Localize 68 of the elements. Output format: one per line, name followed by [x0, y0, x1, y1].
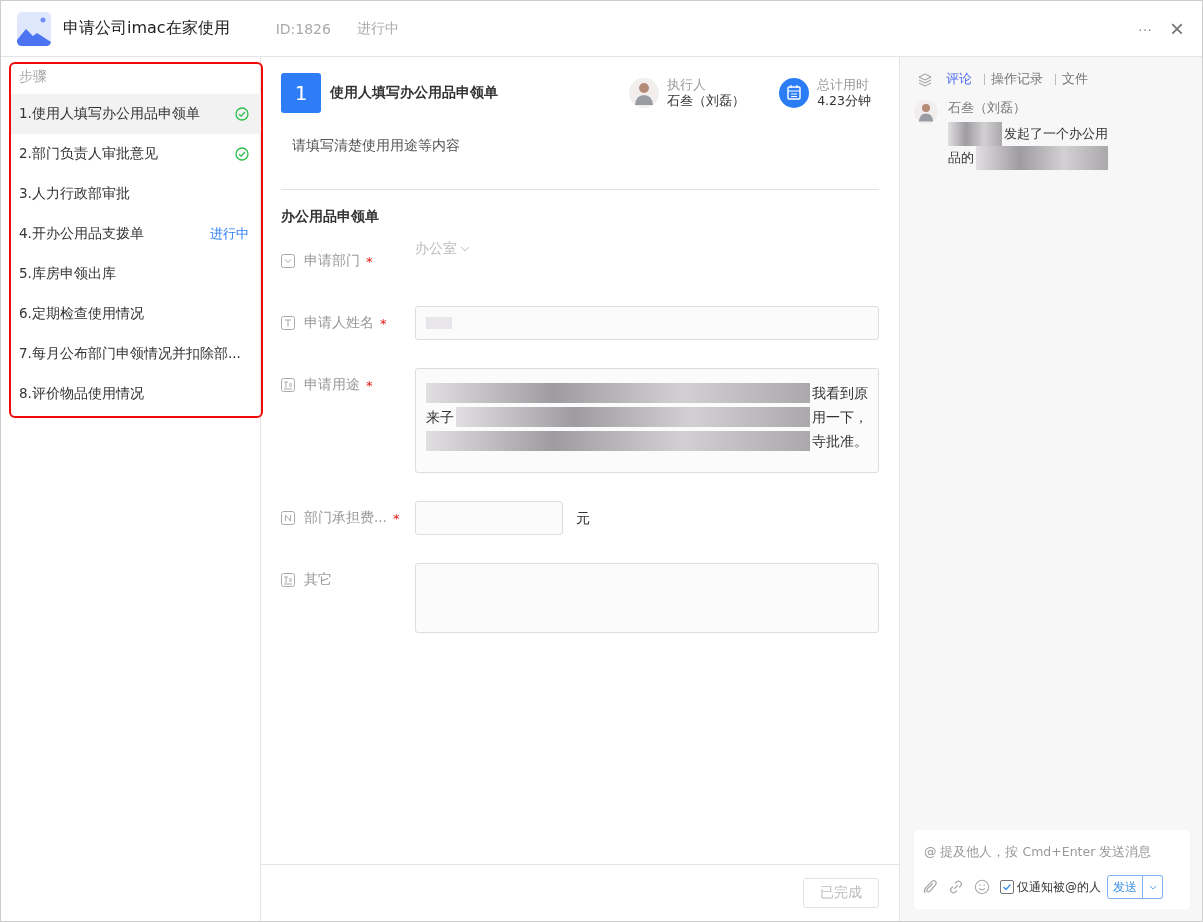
- unit-label: 元: [576, 510, 590, 528]
- field-label: 申请部门: [304, 252, 360, 270]
- text-fragment: 品的: [948, 149, 974, 167]
- step-item[interactable]: 7.每月公布部门申领情况并扣除部...: [11, 334, 261, 374]
- send-button[interactable]: 发送: [1107, 875, 1143, 899]
- caret-icon: [1148, 884, 1157, 890]
- required-mark: *: [366, 253, 373, 269]
- window-title: 申请公司imac在家使用: [63, 18, 230, 39]
- time-value: 4.23分钟: [817, 93, 871, 109]
- layers-icon: [918, 72, 932, 87]
- step-item[interactable]: 8.评价物品使用情况: [11, 374, 261, 414]
- task-title: 使用人填写办公用品申领单: [330, 84, 498, 102]
- step-item[interactable]: 4.开办公用品支拨单 进行中: [11, 214, 261, 254]
- field-label: 其它: [304, 571, 332, 589]
- executor-name: 石叁（刘磊）: [667, 93, 746, 109]
- dropdown-field-icon: [281, 254, 295, 268]
- text-fragment: 寺批准。: [812, 432, 868, 451]
- steps-title: 步骤: [18, 67, 48, 86]
- required-mark: *: [380, 315, 387, 331]
- time-label: 总计用时: [817, 77, 871, 93]
- close-button[interactable]: ×: [1168, 16, 1186, 41]
- field-label: 申请用途: [304, 376, 360, 394]
- number-field-icon: [281, 511, 295, 525]
- paragraph-field-icon: [281, 378, 295, 392]
- task-description: 请填写清楚使用用途等内容: [292, 137, 461, 155]
- number-field[interactable]: [415, 501, 563, 535]
- message-input[interactable]: @ 提及他人，按 Cmd+Enter 发送消息: [922, 842, 1182, 861]
- step-item[interactable]: 1.使用人填写办公用品申领单: [11, 94, 261, 134]
- emoji-icon[interactable]: [974, 879, 990, 895]
- avatar-icon: [914, 100, 938, 124]
- field-label: 部门承担费...: [304, 509, 387, 527]
- notify-label: 仅通知被@的人: [1017, 878, 1101, 896]
- activity-tab[interactable]: 评论: [944, 69, 980, 90]
- step-item[interactable]: 2.部门负责人审批意见: [11, 134, 261, 174]
- task-id: ID:1826: [275, 20, 331, 37]
- calendar-icon: [779, 78, 810, 108]
- paragraph-field-icon: [281, 573, 295, 587]
- required-mark: *: [392, 510, 400, 526]
- link-icon[interactable]: [948, 879, 964, 895]
- step-number: 1: [281, 73, 321, 113]
- avatar-icon: [629, 78, 660, 108]
- text-fragment: 发起了一个办公用: [1004, 125, 1108, 143]
- field-label: 申请人姓名: [304, 314, 374, 332]
- text-fragment: 我看到原: [812, 384, 868, 403]
- image-icon: [17, 11, 51, 46]
- notify-checkbox[interactable]: [1000, 880, 1014, 894]
- paperclip-icon[interactable]: [922, 879, 938, 895]
- comment-author: 石叁（刘磊）: [948, 99, 1027, 117]
- checkmark-icon: [1001, 881, 1013, 893]
- activity-tab[interactable]: 操作记录: [989, 69, 1051, 90]
- textarea-field[interactable]: [415, 563, 879, 633]
- text-fragment: 用一下，: [812, 408, 868, 427]
- step-item[interactable]: 6.定期检查使用情况: [11, 294, 261, 334]
- form-title: 办公用品申领单: [281, 208, 380, 226]
- executor-label: 执行人: [667, 77, 708, 93]
- activity-tab[interactable]: 文件: [1060, 69, 1096, 90]
- text-field-icon: [281, 316, 295, 330]
- task-status: 进行中: [356, 19, 399, 38]
- required-mark: *: [366, 377, 373, 393]
- textarea-field[interactable]: 我看到原 来子 用一下， 寺批准。: [415, 368, 879, 473]
- input-field[interactable]: [415, 306, 879, 340]
- caret-icon: [460, 246, 470, 252]
- send-options-button[interactable]: [1143, 875, 1163, 899]
- step-status: 进行中: [210, 225, 249, 243]
- text-fragment: 来子: [426, 408, 454, 427]
- step-item[interactable]: 5.库房申领出库: [11, 254, 261, 294]
- step-item[interactable]: 3.人力行政部审批: [11, 174, 261, 214]
- more-button[interactable]: ···: [1136, 18, 1154, 39]
